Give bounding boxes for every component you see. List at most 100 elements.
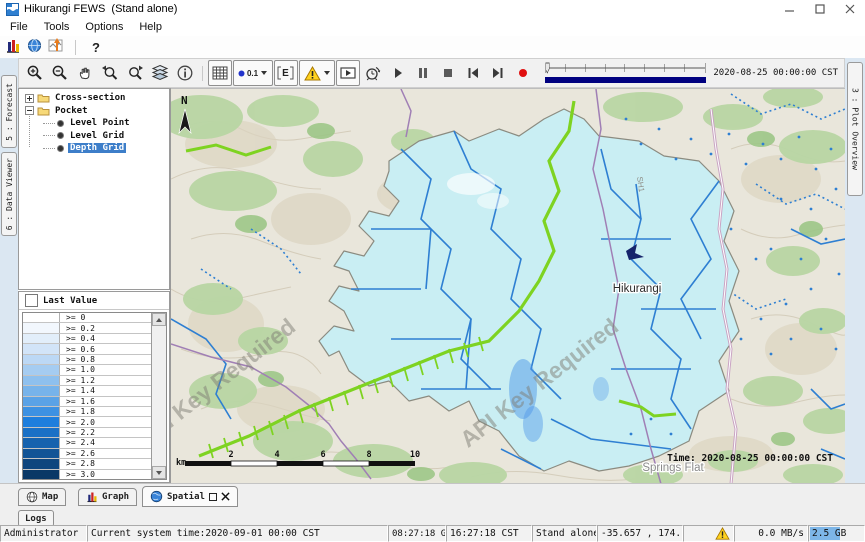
- layer-tree-panel: Cross-section Pocket Level Point Level G…: [18, 88, 170, 290]
- legend-swatch: [23, 470, 60, 479]
- legend-swatch: [23, 386, 60, 395]
- warning-icon[interactable]: [715, 527, 730, 540]
- legend-row: >= 2.6: [23, 449, 151, 459]
- menu-options[interactable]: Options: [77, 21, 131, 33]
- tree-node-level-grid[interactable]: Level Grid: [19, 130, 169, 143]
- globe-icon: [26, 491, 38, 503]
- menu-file[interactable]: File: [2, 21, 36, 33]
- animation-button[interactable]: [336, 60, 360, 86]
- play-button[interactable]: [386, 60, 410, 86]
- timer-icon[interactable]: [361, 60, 385, 86]
- legend-row: >= 0.8: [23, 355, 151, 365]
- close-button[interactable]: [835, 0, 865, 18]
- zoom-previous-icon[interactable]: [98, 60, 122, 86]
- app-window: Hikurangi FEWS (Stand alone) File Tools …: [0, 0, 865, 542]
- scroll-up-button[interactable]: [152, 313, 166, 326]
- legend-row: >= 2.8: [23, 459, 151, 469]
- tab-data-viewer[interactable]: 6 : Data Viewer: [1, 152, 17, 236]
- map-toolbar: 0.1 E: [18, 58, 845, 88]
- pan-hand-icon[interactable]: [73, 60, 97, 86]
- legend-row: >= 1.6: [23, 397, 151, 407]
- zoom-out-icon[interactable]: [48, 60, 72, 86]
- tree-connector: [43, 148, 55, 149]
- legend-scrollbar[interactable]: [151, 313, 166, 479]
- legend-row: >= 1.0: [23, 365, 151, 375]
- layers-icon[interactable]: [148, 60, 172, 86]
- time-slider-handle[interactable]: [545, 63, 549, 73]
- database-display-icon[interactable]: [5, 38, 21, 57]
- legend-row: >= 1.2: [23, 376, 151, 386]
- maximize-button[interactable]: [805, 0, 835, 18]
- legend-swatch: [23, 428, 60, 437]
- map-canvas[interactable]: API Key Required API Key Required N km 2…: [171, 88, 845, 483]
- legend-swatch: [23, 376, 60, 385]
- record-button[interactable]: [511, 60, 535, 86]
- collapse-icon[interactable]: [25, 106, 34, 115]
- pause-button[interactable]: [411, 60, 435, 86]
- legend-swatch: [23, 344, 60, 353]
- minimize-button[interactable]: [775, 0, 805, 18]
- folder-icon: [37, 93, 50, 103]
- skip-to-start-button[interactable]: [461, 60, 485, 86]
- svg-text:6: 6: [320, 450, 325, 460]
- app-logo-icon: [6, 3, 19, 16]
- layer-bullet-icon: [57, 145, 64, 152]
- info-icon[interactable]: [173, 60, 197, 86]
- menu-tools[interactable]: Tools: [36, 21, 78, 33]
- legend-swatch: [23, 355, 60, 364]
- legend-panel: Last Value >= 0 >= 0.2 >= 0.4 >= 0.6 >= …: [18, 291, 170, 483]
- status-memory: 2.5 GB: [808, 525, 865, 542]
- legend-row: >= 0: [23, 313, 151, 323]
- tree-node-depth-grid[interactable]: Depth Grid: [19, 142, 169, 155]
- time-slider[interactable]: [544, 60, 707, 86]
- menu-help[interactable]: Help: [131, 21, 170, 33]
- zoom-next-icon[interactable]: [123, 60, 147, 86]
- svg-text:N: N: [181, 94, 188, 107]
- status-local-time: 16:27:18 CST: [446, 525, 532, 542]
- help-button[interactable]: ?: [86, 40, 106, 55]
- tree-node-level-point[interactable]: Level Point: [19, 117, 169, 130]
- tab-maximize-icon[interactable]: [209, 493, 217, 501]
- map-time-label: Time: 2020-08-25 00:00:00 CST: [667, 453, 833, 464]
- tab-forecast[interactable]: 5 : Forecast: [1, 75, 17, 148]
- toolbar-separator: [75, 40, 76, 55]
- zoom-in-icon[interactable]: [23, 60, 47, 86]
- legend-row: >= 0.4: [23, 334, 151, 344]
- last-value-checkbox[interactable]: [25, 294, 38, 307]
- tree-node-pocket[interactable]: Pocket: [19, 105, 169, 118]
- svg-text:km: km: [176, 458, 186, 468]
- layer-bullet-icon: [57, 132, 64, 139]
- threshold-dropdown[interactable]: 0.1: [233, 60, 273, 86]
- tree-node-cross-section[interactable]: Cross-section: [19, 92, 169, 105]
- legend-table: >= 0 >= 0.2 >= 0.4 >= 0.6 >= 0.8 >= 1.0 …: [22, 312, 167, 480]
- scroll-down-button[interactable]: [152, 466, 166, 479]
- spatial-display-icon[interactable]: [27, 38, 42, 56]
- tab-graph[interactable]: Graph: [78, 488, 137, 506]
- labels-button-text: E: [282, 68, 289, 79]
- main-toolbar: ?: [0, 36, 865, 59]
- svg-text:4: 4: [274, 450, 279, 460]
- legend-row: >= 0.6: [23, 344, 151, 354]
- tab-spatial[interactable]: Spatial: [142, 486, 238, 507]
- warning-threshold-dropdown[interactable]: [299, 60, 335, 86]
- skip-to-end-button[interactable]: [486, 60, 510, 86]
- stop-button[interactable]: [436, 60, 460, 86]
- layer-bullet-icon: [57, 120, 64, 127]
- legend-row: >= 1.4: [23, 386, 151, 396]
- legend-swatch: [23, 438, 60, 447]
- expand-icon[interactable]: [25, 94, 34, 103]
- legend-row: >= 1.8: [23, 407, 151, 417]
- tab-map[interactable]: Map: [18, 488, 66, 506]
- status-bar: Administrator Current system time:2020-0…: [0, 525, 865, 542]
- tab-plot-overview[interactable]: 3 : Plot Overview: [847, 62, 863, 196]
- status-coordinates: -35.657 , 174.199: [597, 525, 683, 542]
- legend-swatch: [23, 397, 60, 406]
- legend-swatch: [23, 313, 60, 322]
- grid-display-button[interactable]: [208, 60, 232, 86]
- tree-connector: [43, 135, 55, 136]
- labels-button[interactable]: E: [274, 60, 298, 86]
- timeseries-import-icon[interactable]: [48, 38, 65, 56]
- legend-swatch: [23, 449, 60, 458]
- chevron-down-icon: [261, 71, 267, 75]
- tab-close-icon[interactable]: [221, 492, 230, 501]
